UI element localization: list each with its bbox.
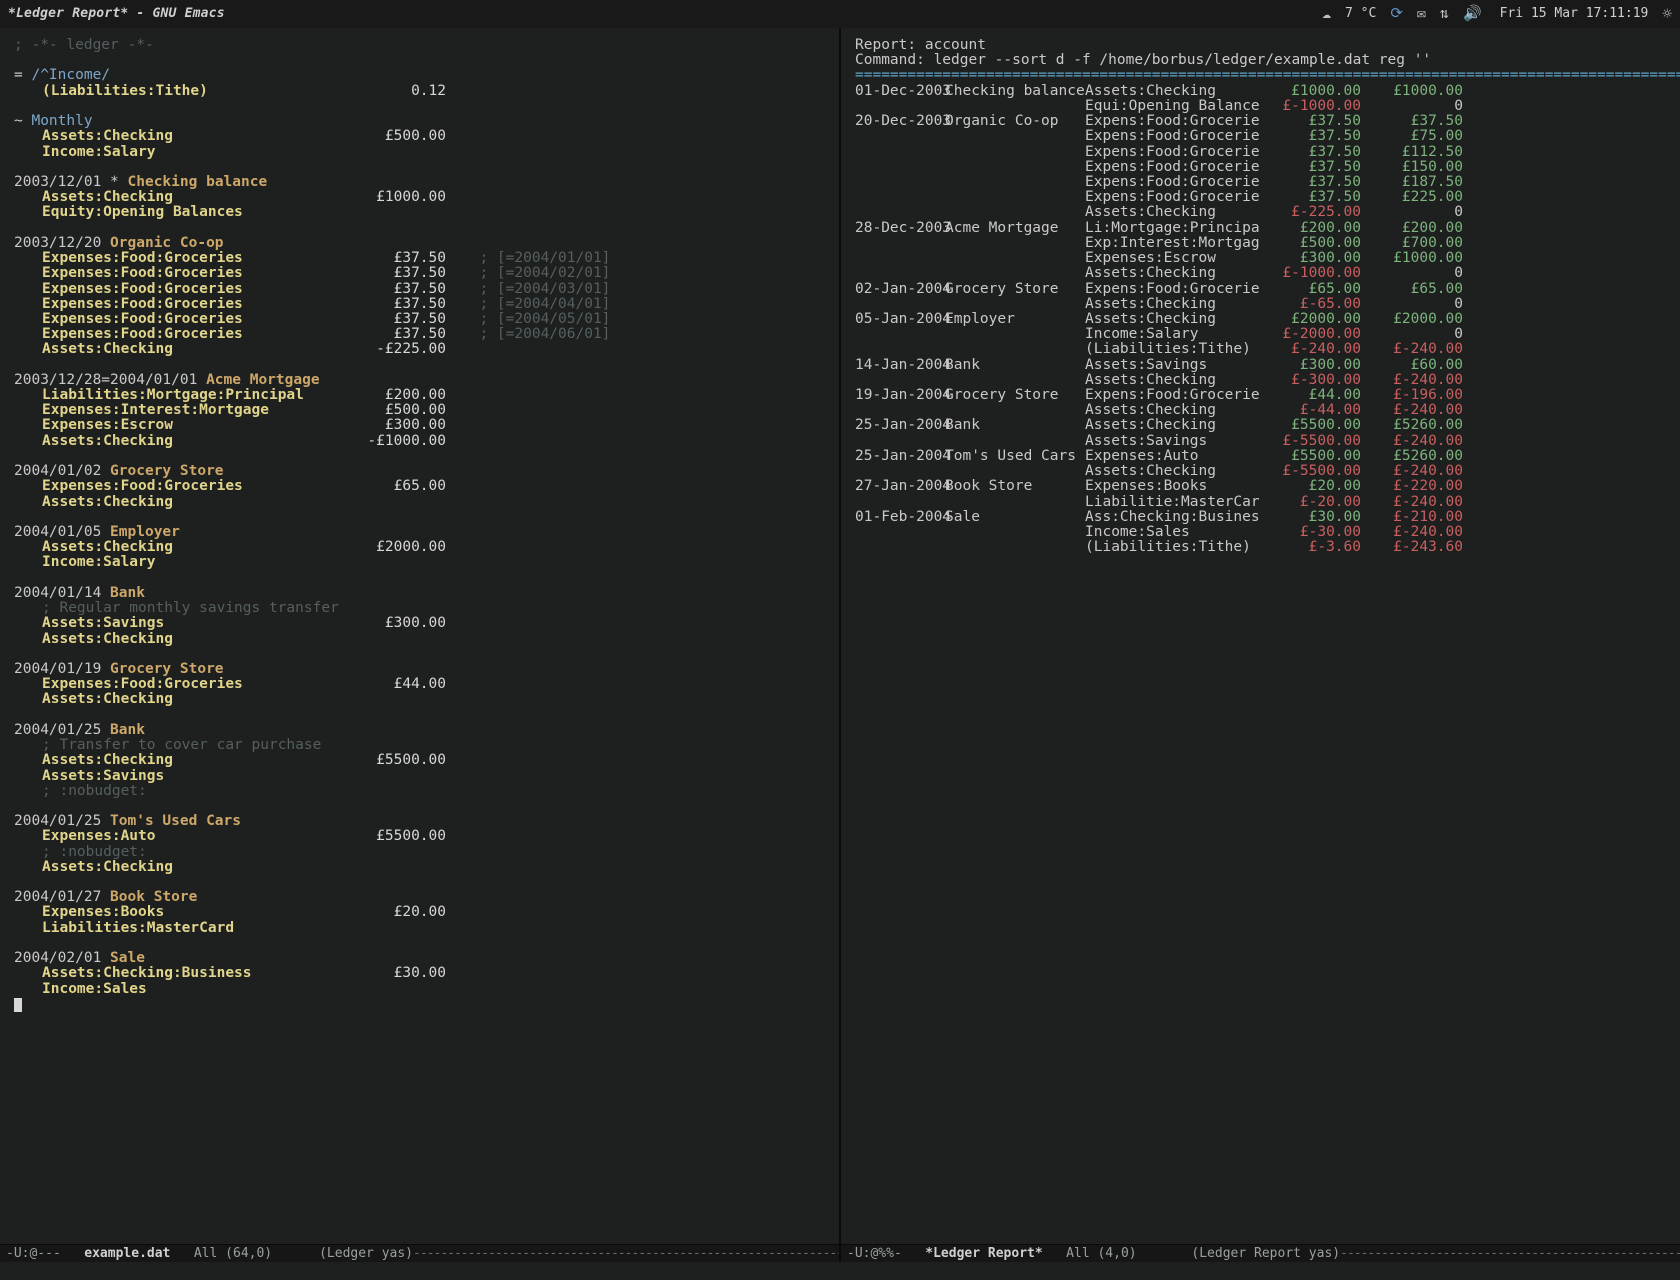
report-row: 27-Jan-2004Book StoreExpenses:Books£20.0… <box>855 479 1670 494</box>
modeline-mode: (Ledger yas) <box>319 1247 413 1261</box>
report-row: Assets:Savings£-5500.00£-240.00 <box>855 434 1670 449</box>
report-row: Equi:Opening Balances£-1000.000 <box>855 99 1670 114</box>
report-row: Income:Sales£-30.00£-240.00 <box>855 525 1670 540</box>
report-row: Assets:Checking£-65.000 <box>855 297 1670 312</box>
report-header-1: Report: account <box>855 38 1670 53</box>
modeline-flags: -U:@%%- <box>847 1247 925 1261</box>
report-row: 05-Jan-2004EmployerAssets:Checking£2000.… <box>855 312 1670 327</box>
modeline-flags: -U:@--- <box>6 1247 84 1261</box>
modeline-position: All (4,0) <box>1043 1247 1192 1261</box>
report-row: 01-Feb-2004SaleAss:Checking:Business£30.… <box>855 510 1670 525</box>
report-row: 20-Dec-2003Organic Co-opExpens:Food:Groc… <box>855 114 1670 129</box>
report-divider: ========================================… <box>855 68 1670 83</box>
report-row: Exp:Interest:Mortgage£500.00£700.00 <box>855 236 1670 251</box>
report-row: Expens:Food:Groceries£37.50£225.00 <box>855 190 1670 205</box>
weather-text: 7 °C <box>1345 7 1376 21</box>
report-row: 19-Jan-2004Grocery StoreExpens:Food:Groc… <box>855 388 1670 403</box>
report-row: 01-Dec-2003Checking balanceAssets:Checki… <box>855 84 1670 99</box>
report-row: Expens:Food:Groceries£37.50£150.00 <box>855 160 1670 175</box>
report-row: Liabilitie:MasterCard£-20.00£-240.00 <box>855 495 1670 510</box>
refresh-icon[interactable]: ⟳ <box>1390 6 1403 22</box>
modeline-buffer-name: *Ledger Report* <box>925 1247 1042 1261</box>
report-row: (Liabilities:Tithe)£-240.00£-240.00 <box>855 342 1670 357</box>
ledger-source-buffer[interactable]: ; -*- ledger -*- = /^Income/(Liabilities… <box>0 28 839 1244</box>
report-row: Expenses:Escrow£300.00£1000.00 <box>855 251 1670 266</box>
clock: Fri 15 Mar 17:11:19 <box>1500 7 1649 21</box>
modeline-buffer-name: example.dat <box>84 1247 170 1261</box>
left-modeline: -U:@--- example.dat All (64,0) (Ledger y… <box>0 1244 839 1262</box>
modeline-mode: (Ledger Report yas) <box>1191 1247 1340 1261</box>
modeline-fill: ----------------------------------------… <box>413 1247 839 1261</box>
report-row: Assets:Checking£-44.00£-240.00 <box>855 403 1670 418</box>
emacs-frame: ; -*- ledger -*- = /^Income/(Liabilities… <box>0 28 1680 1262</box>
right-modeline: -U:@%%- *Ledger Report* All (4,0) (Ledge… <box>841 1244 1680 1262</box>
report-row: 02-Jan-2004Grocery StoreExpens:Food:Groc… <box>855 282 1670 297</box>
settings-icon[interactable]: ☼ <box>1662 6 1672 23</box>
report-row: Expens:Food:Groceries£37.50£112.50 <box>855 145 1670 160</box>
left-pane[interactable]: ; -*- ledger -*- = /^Income/(Liabilities… <box>0 28 839 1262</box>
system-tray: ☁ 7 °C ⟳ ✉ ⇅ 🔊 Fri 15 Mar 17:11:19 ☼ <box>1322 6 1672 23</box>
report-header-2: Command: ledger --sort d -f /home/borbus… <box>855 53 1670 68</box>
volume-icon[interactable]: 🔊 <box>1463 6 1482 22</box>
report-row: Assets:Checking£-1000.000 <box>855 266 1670 281</box>
network-icon[interactable]: ⇅ <box>1440 6 1449 22</box>
report-row: 25-Jan-2004BankAssets:Checking£5500.00£5… <box>855 418 1670 433</box>
mail-icon[interactable]: ✉ <box>1417 6 1426 22</box>
window-title: *Ledger Report* - GNU Emacs <box>8 7 225 21</box>
report-row: Expens:Food:Groceries£37.50£187.50 <box>855 175 1670 190</box>
report-row: Assets:Checking£-225.000 <box>855 205 1670 220</box>
report-row: 25-Jan-2004Tom's Used CarsExpenses:Auto£… <box>855 449 1670 464</box>
right-pane[interactable]: Report: accountCommand: ledger --sort d … <box>841 28 1680 1262</box>
report-row: Expens:Food:Groceries£37.50£75.00 <box>855 129 1670 144</box>
report-row: Assets:Checking£-300.00£-240.00 <box>855 373 1670 388</box>
top-panel: *Ledger Report* - GNU Emacs ☁ 7 °C ⟳ ✉ ⇅… <box>0 0 1680 28</box>
report-row: 14-Jan-2004BankAssets:Savings£300.00£60.… <box>855 358 1670 373</box>
weather-icon: ☁ <box>1322 6 1331 22</box>
ledger-report-buffer[interactable]: Report: accountCommand: ledger --sort d … <box>841 28 1680 1244</box>
modeline-position: All (64,0) <box>170 1247 319 1261</box>
minibuffer[interactable] <box>0 1262 1680 1280</box>
report-row: 28-Dec-2003Acme MortgageLi:Mortgage:Prin… <box>855 221 1670 236</box>
report-row: Income:Salary£-2000.000 <box>855 327 1670 342</box>
report-row: Assets:Checking£-5500.00£-240.00 <box>855 464 1670 479</box>
report-row: (Liabilities:Tithe)£-3.60£-243.60 <box>855 540 1670 555</box>
modeline-fill: ----------------------------------------… <box>1340 1247 1680 1261</box>
